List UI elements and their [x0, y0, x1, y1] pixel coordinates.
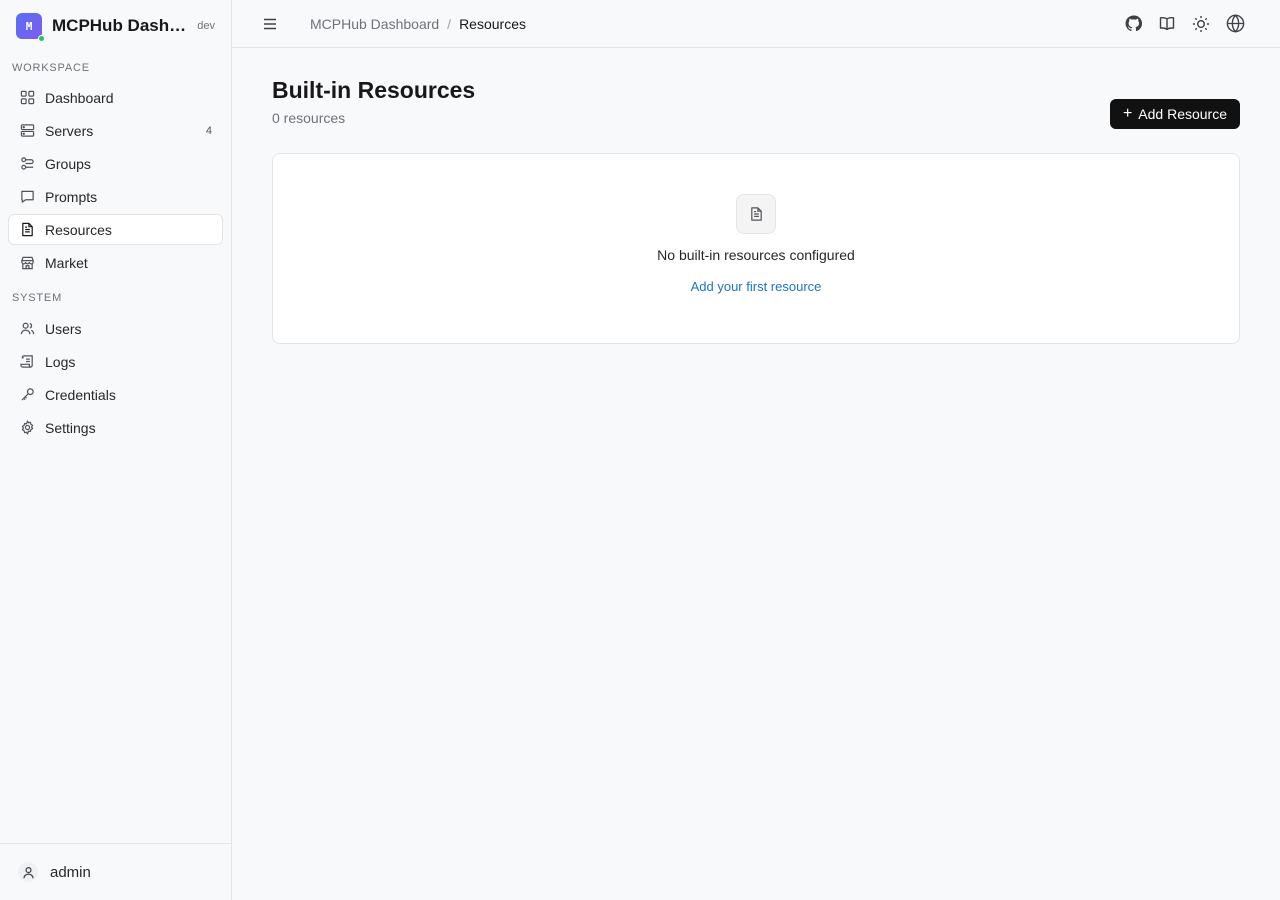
- sidebar-item-label: Users: [45, 320, 82, 337]
- user-icon: [18, 862, 38, 882]
- sidebar-item-resources[interactable]: Resources: [8, 214, 223, 245]
- sidebar-item-label: Settings: [45, 419, 96, 436]
- groups-icon: [19, 156, 35, 172]
- sidebar-item-label: Groups: [45, 155, 91, 172]
- resource-count: 0 resources: [272, 110, 346, 126]
- breadcrumb-root-link[interactable]: MCPHub Dashboard: [310, 16, 439, 32]
- page-header: Built-in Resources 0 resources + Add Res…: [272, 76, 1240, 153]
- gear-icon: [19, 420, 35, 436]
- github-icon[interactable]: [1116, 10, 1150, 38]
- topbar-actions: [1116, 10, 1252, 38]
- globe-icon[interactable]: [1218, 10, 1252, 38]
- brand-logo-letter: M: [25, 19, 33, 33]
- sidebar-item-users[interactable]: Users: [8, 313, 223, 344]
- scroll-icon: [19, 354, 35, 370]
- file-text-icon: [19, 222, 35, 238]
- page-content: Built-in Resources 0 resources + Add Res…: [232, 48, 1280, 344]
- sidebar-item-label: Servers: [45, 122, 94, 139]
- users-icon: [19, 321, 35, 337]
- sidebar-item-credentials[interactable]: Credentials: [8, 379, 223, 410]
- menu-icon[interactable]: [260, 14, 280, 34]
- sidebar-item-label: Market: [45, 254, 88, 271]
- breadcrumb-separator: /: [447, 15, 452, 32]
- user-menu[interactable]: admin: [0, 843, 231, 900]
- sun-icon[interactable]: [1184, 10, 1218, 38]
- brand-logo: M: [16, 13, 45, 42]
- sidebar-item-label: Resources: [45, 221, 112, 238]
- topbar: MCPHub Dashboard / Resources: [232, 0, 1280, 48]
- empty-state-message: No built-in resources configured: [657, 247, 855, 263]
- sidebar-item-label: Prompts: [45, 188, 98, 205]
- server-count-badge: 4: [205, 124, 212, 137]
- grid-icon: [19, 90, 35, 106]
- book-icon[interactable]: [1150, 10, 1184, 38]
- sidebar-item-logs[interactable]: Logs: [8, 346, 223, 377]
- key-icon: [19, 387, 35, 403]
- sidebar-item-settings[interactable]: Settings: [8, 412, 223, 443]
- env-badge: dev: [197, 20, 215, 32]
- sidebar-item-market[interactable]: Market: [8, 247, 223, 278]
- empty-state-card: No built-in resources configured Add you…: [272, 153, 1240, 344]
- brand-name: MCPHub Dashboard: [52, 16, 188, 35]
- breadcrumb: MCPHub Dashboard / Resources: [310, 16, 526, 32]
- add-first-resource-link[interactable]: Add your first resource: [691, 279, 822, 294]
- user-name: admin: [50, 863, 91, 881]
- sidebar-item-label: Dashboard: [45, 89, 114, 106]
- sidebar-item-dashboard[interactable]: Dashboard: [8, 82, 223, 113]
- brand[interactable]: M MCPHub Dashboard dev: [0, 0, 231, 52]
- page-title: Built-in Resources: [272, 77, 476, 103]
- sidebar-item-groups[interactable]: Groups: [8, 148, 223, 179]
- plus-icon: +: [1122, 105, 1133, 122]
- message-icon: [19, 189, 35, 205]
- add-resource-button[interactable]: + Add Resource: [1109, 99, 1240, 129]
- section-label-system: SYSTEM: [12, 292, 63, 304]
- section-label-workspace: WORKSPACE: [12, 62, 90, 74]
- add-resource-label: Add Resource: [1138, 106, 1227, 122]
- file-text-icon: [736, 194, 776, 234]
- sidebar-item-label: Logs: [45, 353, 76, 370]
- breadcrumb-current: Resources: [459, 15, 526, 32]
- sidebar-item-prompts[interactable]: Prompts: [8, 181, 223, 212]
- server-icon: [19, 123, 35, 139]
- main-area: MCPHub Dashboard / Resources Built-in Re…: [232, 0, 1280, 900]
- sidebar-item-servers[interactable]: Servers 4: [8, 115, 223, 146]
- app-root: M MCPHub Dashboard dev WORKSPACE Dashboa…: [0, 0, 1280, 900]
- status-dot: [38, 35, 45, 42]
- sidebar-item-label: Credentials: [45, 386, 116, 403]
- sidebar: M MCPHub Dashboard dev WORKSPACE Dashboa…: [0, 0, 232, 900]
- store-icon: [19, 255, 35, 271]
